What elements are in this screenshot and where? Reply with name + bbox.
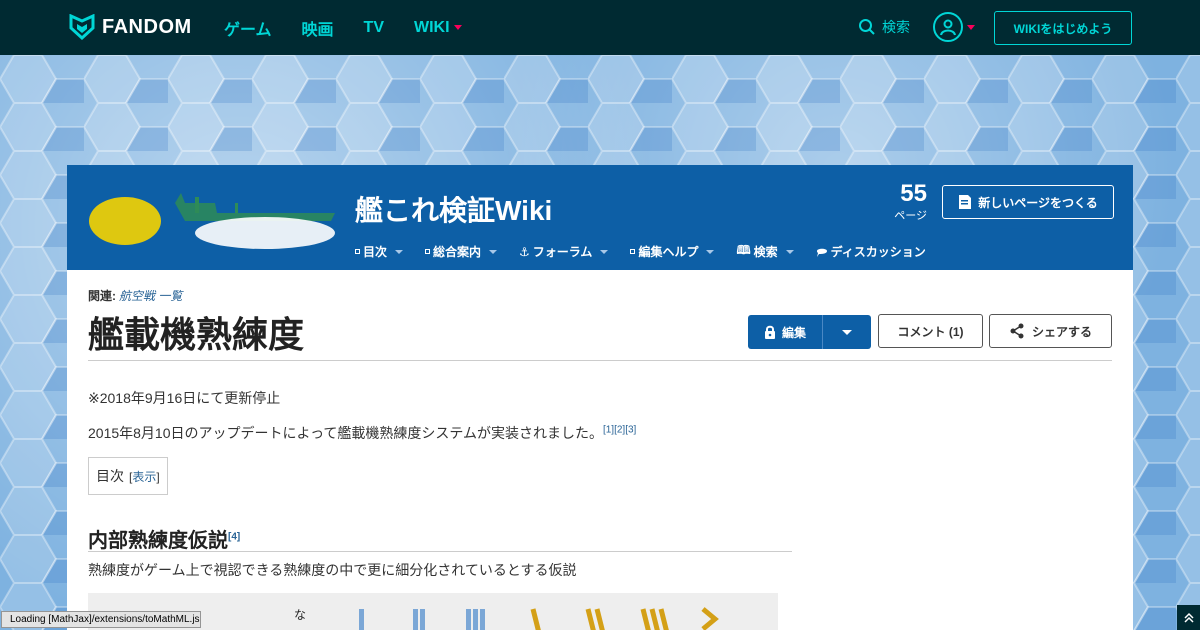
nav-link-tv[interactable]: TV — [364, 19, 384, 37]
share-button[interactable]: シェアする — [989, 314, 1112, 348]
community-navigation: 目次 総合案内 ⚓ フォーラム 編集ヘルプ 🕮 検索 ディスカッション — [355, 241, 926, 262]
user-avatar — [933, 12, 963, 42]
community-nav-label: フォーラム — [532, 245, 593, 259]
edit-label: 編集 — [781, 325, 806, 340]
community-nav-label: 総合案内 — [433, 245, 482, 259]
mathjax-loading-status: Loading [MathJax]/extensions/toMathML.js — [1, 611, 201, 628]
article-content: 関連: 航空戦 一覧 艦載機熟練度 編集 コメント (1) シェアする ※2018… — [67, 270, 1133, 630]
community-nav-label: ディスカッション — [830, 245, 926, 259]
toc-show-link[interactable]: 表示 — [132, 470, 156, 484]
nav-link-wiki[interactable]: WIKI — [414, 19, 462, 37]
new-page-label: 新しいページをつくる — [978, 195, 1098, 210]
double-chevron-up-icon — [1183, 612, 1194, 623]
proficiency-badge-2a — [413, 609, 418, 630]
section-heading-text: 内部熟練度仮説 — [88, 530, 228, 552]
proficiency-badge-3a — [466, 609, 471, 630]
search-label: 検索 — [882, 19, 910, 35]
community-nav-label: 目次 — [363, 245, 388, 259]
search-icon — [859, 19, 875, 35]
section-reference[interactable]: [4] — [228, 531, 240, 542]
lock-icon — [764, 325, 775, 339]
chevron-down-icon — [600, 249, 609, 254]
global-search[interactable]: 検索 — [858, 17, 910, 37]
intro-paragraph: 2015年8月10日のアップデートによって艦載機熟練度システムが実装されました。… — [88, 423, 636, 443]
chevron-down-icon — [489, 249, 498, 254]
fandom-wordmark: FANDOM — [102, 15, 192, 38]
user-icon — [940, 19, 956, 36]
wiki-title[interactable]: 艦これ検証Wiki — [355, 189, 552, 229]
new-page-icon — [959, 195, 972, 209]
speech-bubble-icon — [816, 248, 827, 257]
proficiency-badge-3b — [473, 609, 478, 630]
proficiency-badge-3c — [480, 609, 485, 630]
page-count-label: ページ — [894, 210, 927, 222]
proficiency-badge-4 — [530, 608, 541, 630]
fandom-heart-icon — [69, 14, 95, 40]
proficiency-badge-7 — [701, 607, 719, 630]
community-nav-guide[interactable]: 総合案内 — [425, 241, 498, 262]
reference-links[interactable]: [1][2][3] — [603, 424, 636, 435]
proficiency-badge-1 — [359, 609, 364, 630]
chevron-down-icon — [842, 329, 852, 335]
proficiency-badge-5 — [585, 608, 605, 630]
fandom-logo[interactable]: FANDOM — [68, 14, 192, 40]
related-label: 関連: — [88, 289, 116, 303]
scroll-to-top-button[interactable] — [1177, 605, 1200, 630]
community-nav-edit-help[interactable]: 編集ヘルプ — [630, 241, 715, 262]
nav-link-movies[interactable]: 映画 — [302, 16, 334, 40]
related-link[interactable]: 航空戦 一覧 — [119, 289, 182, 303]
proficiency-badges — [359, 607, 719, 630]
toc-label: 目次 — [96, 468, 124, 484]
global-nav-links: ゲーム 映画 TV WIKI — [224, 0, 462, 55]
tab-icon — [425, 249, 431, 254]
page-title: 艦載機熟練度 — [88, 314, 305, 355]
nav-link-games[interactable]: ゲーム — [224, 16, 272, 40]
wiki-logo[interactable] — [85, 183, 337, 253]
community-nav-label: 編集ヘルプ — [638, 245, 699, 259]
edit-button-group: 編集 — [748, 315, 871, 349]
section-heading: 内部熟練度仮説[4] — [88, 524, 240, 553]
table-cell: な — [294, 608, 307, 622]
anchor-icon: ⚓ — [519, 244, 530, 259]
community-nav-label: 検索 — [753, 245, 778, 259]
page-counter: 55 ページ — [885, 181, 927, 223]
community-nav-discussions[interactable]: ディスカッション — [816, 241, 926, 262]
edit-button[interactable]: 編集 — [748, 315, 822, 349]
community-nav-search[interactable]: 🕮 検索 — [736, 241, 794, 262]
table-of-contents: 目次 [表示] — [88, 457, 168, 495]
start-wiki-button[interactable]: WIKIをはじめよう — [994, 11, 1132, 45]
related-pages: 関連: 航空戦 一覧 — [88, 287, 182, 304]
edit-dropdown-button[interactable] — [822, 315, 871, 349]
intro-text: 2015年8月10日のアップデートによって艦載機熟練度システムが実装されました。 — [88, 425, 603, 441]
section-divider — [88, 551, 792, 552]
comment-button[interactable]: コメント (1) — [878, 314, 983, 348]
proficiency-badge-2b — [420, 609, 425, 630]
chevron-down-icon — [706, 249, 715, 254]
share-icon — [1010, 323, 1024, 339]
proficiency-badge-6 — [640, 608, 669, 630]
community-header: 艦これ検証Wiki 目次 総合案内 ⚓ フォーラム 編集ヘルプ 🕮 検索 ディスカッ… — [67, 165, 1133, 270]
share-label: シェアする — [1031, 324, 1092, 339]
chevron-down-icon — [395, 249, 404, 254]
tab-icon — [630, 249, 636, 254]
community-nav-toc[interactable]: 目次 — [355, 241, 404, 262]
user-menu[interactable] — [933, 12, 975, 42]
section-paragraph: 熟練度がゲーム上で視認できる熟練度の中で更に細分化されているとする仮説 — [88, 562, 577, 578]
toc-toggle: [表示] — [129, 468, 160, 485]
chevron-down-icon — [785, 249, 794, 254]
toc-bracket-close: ] — [156, 469, 160, 484]
notice-paragraph: ※2018年9月16日にて更新停止 — [88, 390, 281, 406]
community-nav-forum[interactable]: ⚓ フォーラム — [519, 241, 609, 262]
chevron-down-icon — [967, 24, 975, 30]
title-divider — [88, 360, 1112, 361]
book-icon: 🕮 — [736, 243, 751, 257]
global-navigation: FANDOM ゲーム 映画 TV WIKI 検索 WIKIをはじめよう — [0, 0, 1200, 55]
tab-icon — [355, 249, 360, 254]
page-count-number: 55 — [900, 180, 927, 207]
new-page-button[interactable]: 新しいページをつくる — [942, 185, 1114, 219]
